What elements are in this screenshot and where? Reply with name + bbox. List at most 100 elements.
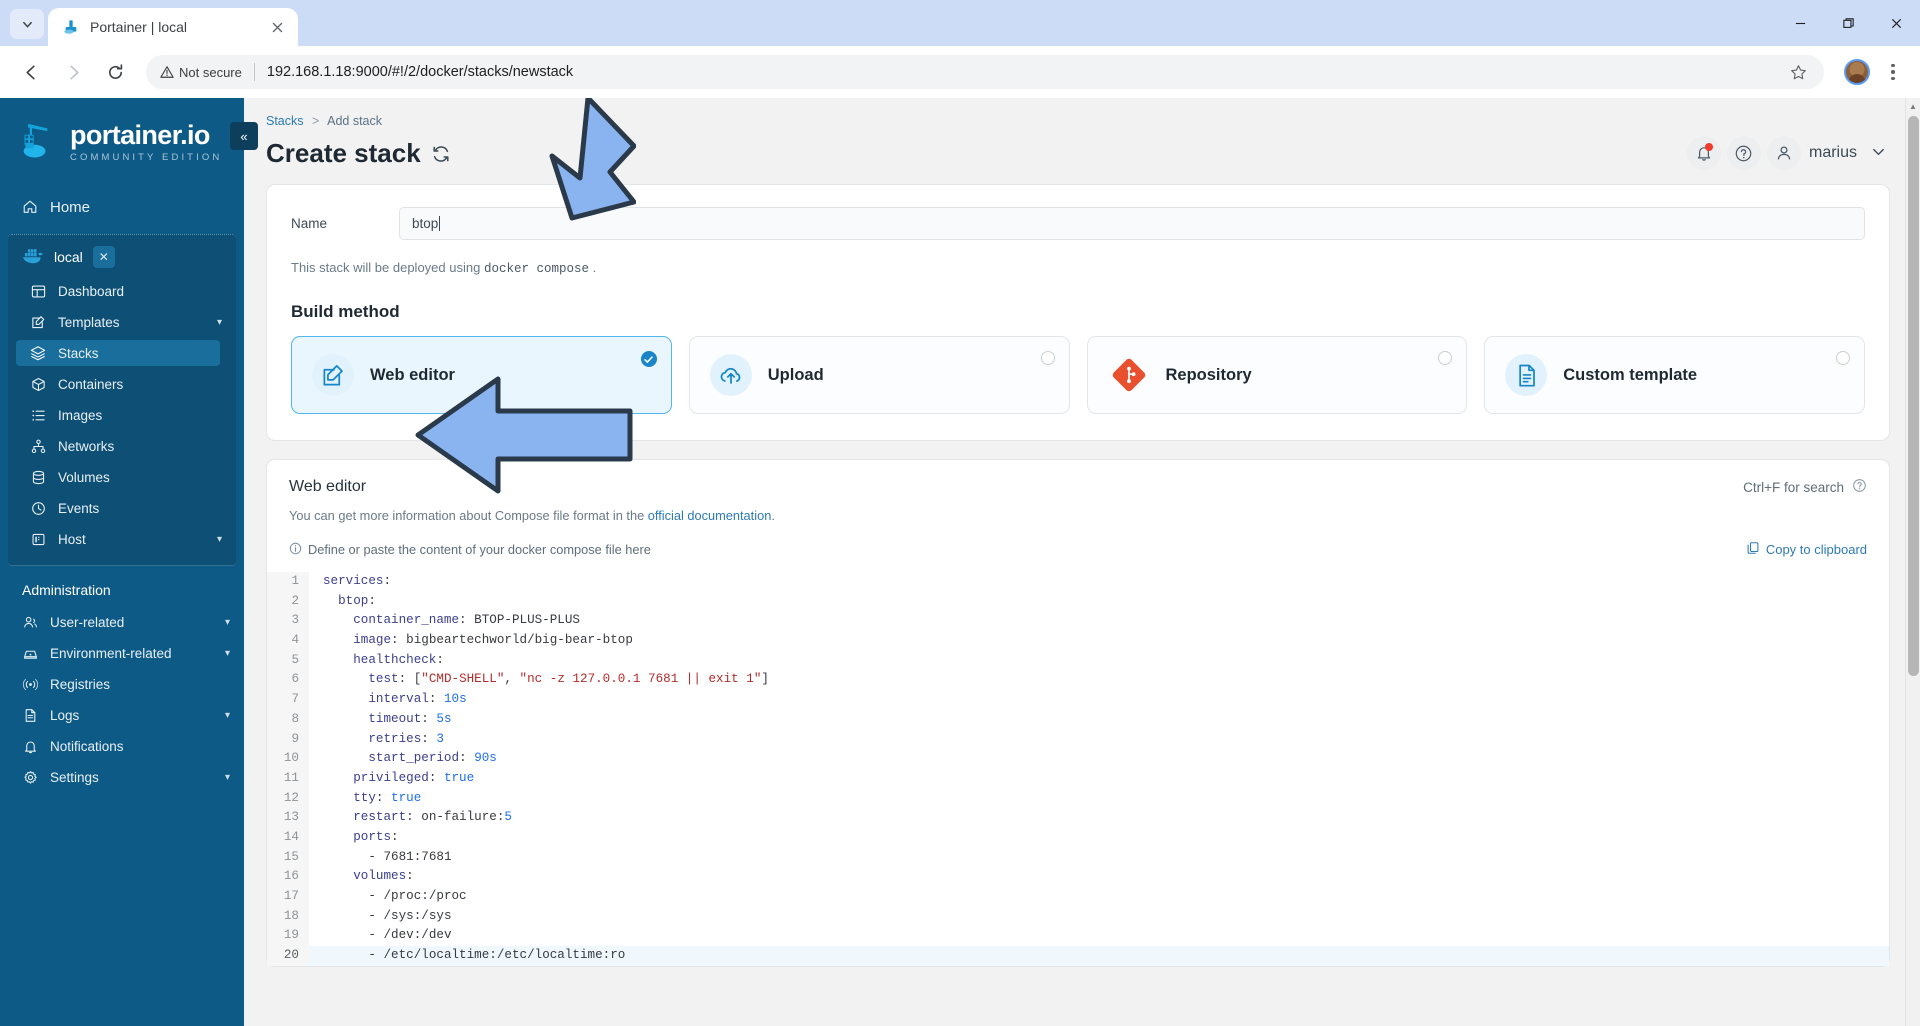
- code-line[interactable]: btop:: [323, 592, 1889, 612]
- containers-icon: [30, 376, 46, 392]
- line-number: 3: [291, 613, 299, 628]
- code-line[interactable]: - /proc:/proc: [323, 887, 1889, 907]
- sidebar-item-label: Stacks: [58, 345, 99, 361]
- web-editor-method[interactable]: Web editor: [291, 336, 672, 414]
- line-number: 2: [291, 593, 299, 608]
- code-line[interactable]: retries: 3: [323, 730, 1889, 750]
- code-line[interactable]: image: bigbeartechworld/big-bear-btop: [323, 631, 1889, 651]
- sidebar-collapse-button[interactable]: «: [230, 122, 258, 150]
- sidebar-item-logs[interactable]: Logs ▾: [0, 702, 244, 728]
- line-number-gutter: 1 2 3 4 5 6 7 8 9 10 11 12 13 14 15 16 17 18 19 20: [267, 572, 309, 966]
- chevron-down-icon: ▾: [224, 709, 230, 721]
- code-line[interactable]: ports:: [323, 828, 1889, 848]
- close-window-button[interactable]: [1872, 0, 1920, 46]
- sidebar-item-notifications[interactable]: Notifications: [0, 733, 244, 759]
- copy-to-clipboard-button[interactable]: Copy to clipboard: [1746, 541, 1867, 558]
- build-method-title: Build method: [291, 302, 400, 321]
- sidebar-item-registries[interactable]: Registries: [0, 671, 244, 697]
- code-line[interactable]: - /sys:/sys: [323, 907, 1889, 927]
- sidebar-item-volumes[interactable]: Volumes: [8, 464, 236, 490]
- environment-header[interactable]: local ✕: [8, 241, 236, 273]
- code-line[interactable]: restart: on-failure:5: [323, 808, 1889, 828]
- code-line[interactable]: volumes:: [323, 867, 1889, 887]
- sidebar-item-containers[interactable]: Containers: [8, 371, 236, 397]
- address-bar[interactable]: Not secure 192.168.1.18:9000/#!/2/docker…: [146, 55, 1824, 89]
- code-editor[interactable]: 1 2 3 4 5 6 7 8 9 10 11 12 13 14 15 16 17 18 19 20 services…: [267, 572, 1889, 966]
- avatar[interactable]: [1844, 59, 1870, 85]
- sidebar-item-stacks[interactable]: Stacks: [16, 340, 220, 366]
- help-icon[interactable]: [1852, 478, 1867, 496]
- code-line[interactable]: privileged: true: [323, 769, 1889, 789]
- code-line[interactable]: - /etc/localtime:/etc/localtime:ro: [309, 946, 1889, 966]
- scrollbar-thumb[interactable]: [1908, 116, 1919, 676]
- sidebar-item-dashboard[interactable]: Dashboard: [8, 278, 236, 304]
- reload-icon[interactable]: [96, 53, 134, 91]
- upload-method[interactable]: Upload: [688, 336, 1070, 414]
- radio-icon[interactable]: [1836, 351, 1850, 365]
- code-line[interactable]: - /dev:/dev: [323, 926, 1889, 946]
- code-line[interactable]: container_name: BTOP-PLUS-PLUS: [323, 611, 1889, 631]
- radio-selected-icon[interactable]: [640, 351, 657, 367]
- name-input[interactable]: btop: [399, 207, 1865, 240]
- templates-icon: [30, 314, 46, 330]
- maximize-button[interactable]: [1824, 0, 1872, 46]
- code-line[interactable]: healthcheck:: [323, 651, 1889, 671]
- code-content[interactable]: services: btop: container_name: BTOP-PLU…: [309, 572, 1889, 966]
- back-arrow-icon[interactable]: [12, 53, 50, 91]
- page-title-row: Create stack: [266, 138, 451, 169]
- editor-description-prefix: You can get more information about Compo…: [289, 508, 645, 523]
- environment-group: local ✕ Dashboard Templates ▾ Stacks Con…: [8, 234, 236, 566]
- tab-search-dropdown-button[interactable]: [10, 9, 44, 39]
- code-line[interactable]: test: ["CMD-SHELL", "nc -z 127.0.0.1 768…: [323, 670, 1889, 690]
- sidebar-item-networks[interactable]: Networks: [8, 433, 236, 459]
- user-avatar-button[interactable]: [1766, 136, 1801, 170]
- bookmark-star-icon[interactable]: [1784, 58, 1812, 86]
- breadcrumb-parent[interactable]: Stacks: [266, 114, 304, 128]
- page-viewport: portainer.io COMMUNITY EDITION « Home lo…: [0, 98, 1920, 1026]
- brand-logo[interactable]: portainer.io COMMUNITY EDITION: [0, 98, 244, 182]
- close-icon[interactable]: ✕: [92, 246, 115, 268]
- editor-title: Web editor: [289, 478, 367, 495]
- sidebar-item-templates[interactable]: Templates ▾: [8, 309, 236, 335]
- sidebar-item-images[interactable]: Images: [8, 402, 236, 428]
- sidebar-item-host[interactable]: Host ▾: [8, 526, 236, 552]
- code-line[interactable]: interval: 10s: [323, 690, 1889, 710]
- refresh-icon[interactable]: [431, 144, 451, 164]
- home-icon: [22, 199, 38, 215]
- minimize-button[interactable]: [1776, 0, 1824, 46]
- radio-icon[interactable]: [1438, 351, 1453, 365]
- page-scrollbar[interactable]: ▲: [1905, 98, 1920, 1026]
- close-icon[interactable]: [266, 16, 288, 38]
- editor-description: You can get more information about Compo…: [267, 496, 1889, 523]
- sidebar-item-environment-related[interactable]: Environment-related ▾: [0, 640, 244, 666]
- code-line[interactable]: timeout: 5s: [323, 710, 1889, 730]
- notification-badge: [1704, 143, 1713, 151]
- radio-icon[interactable]: [1040, 351, 1055, 365]
- browser-tab[interactable]: Portainer | local: [48, 8, 298, 46]
- notifications-button[interactable]: [1686, 136, 1721, 170]
- code-line[interactable]: - 7681:7681: [323, 848, 1889, 868]
- sidebar-item-events[interactable]: Events: [8, 495, 236, 521]
- method-label: Upload: [767, 365, 824, 384]
- official-documentation-link[interactable]: official documentation: [648, 508, 772, 523]
- code-line[interactable]: tty: true: [323, 789, 1889, 809]
- repository-method[interactable]: Repository: [1086, 336, 1468, 414]
- forward-arrow-icon[interactable]: [54, 53, 92, 91]
- sidebar-item-label: Registries: [50, 676, 111, 692]
- help-button[interactable]: [1726, 136, 1761, 170]
- docker-whale-icon: [62, 18, 80, 36]
- page-body: Name btop This stack will be deployed us…: [244, 170, 1920, 1026]
- scroll-up-arrow-icon[interactable]: ▲: [1906, 98, 1920, 114]
- custom-template-method[interactable]: Custom template: [1484, 336, 1865, 414]
- sidebar-item-settings[interactable]: Settings ▾: [0, 764, 244, 790]
- sidebar-item-user-related[interactable]: User-related ▾: [0, 609, 244, 635]
- chevron-down-icon[interactable]: [1871, 144, 1886, 162]
- line-number: 15: [283, 849, 299, 864]
- sidebar-item-home[interactable]: Home: [0, 194, 244, 220]
- web-editor-card: Web editor Ctrl+F for search You can get…: [266, 459, 1890, 967]
- not-secure-indicator[interactable]: Not secure: [160, 65, 242, 80]
- code-line[interactable]: services:: [323, 572, 1889, 592]
- users-icon: [22, 614, 38, 630]
- browser-menu-button[interactable]: [1878, 55, 1908, 89]
- code-line[interactable]: start_period: 90s: [323, 749, 1889, 769]
